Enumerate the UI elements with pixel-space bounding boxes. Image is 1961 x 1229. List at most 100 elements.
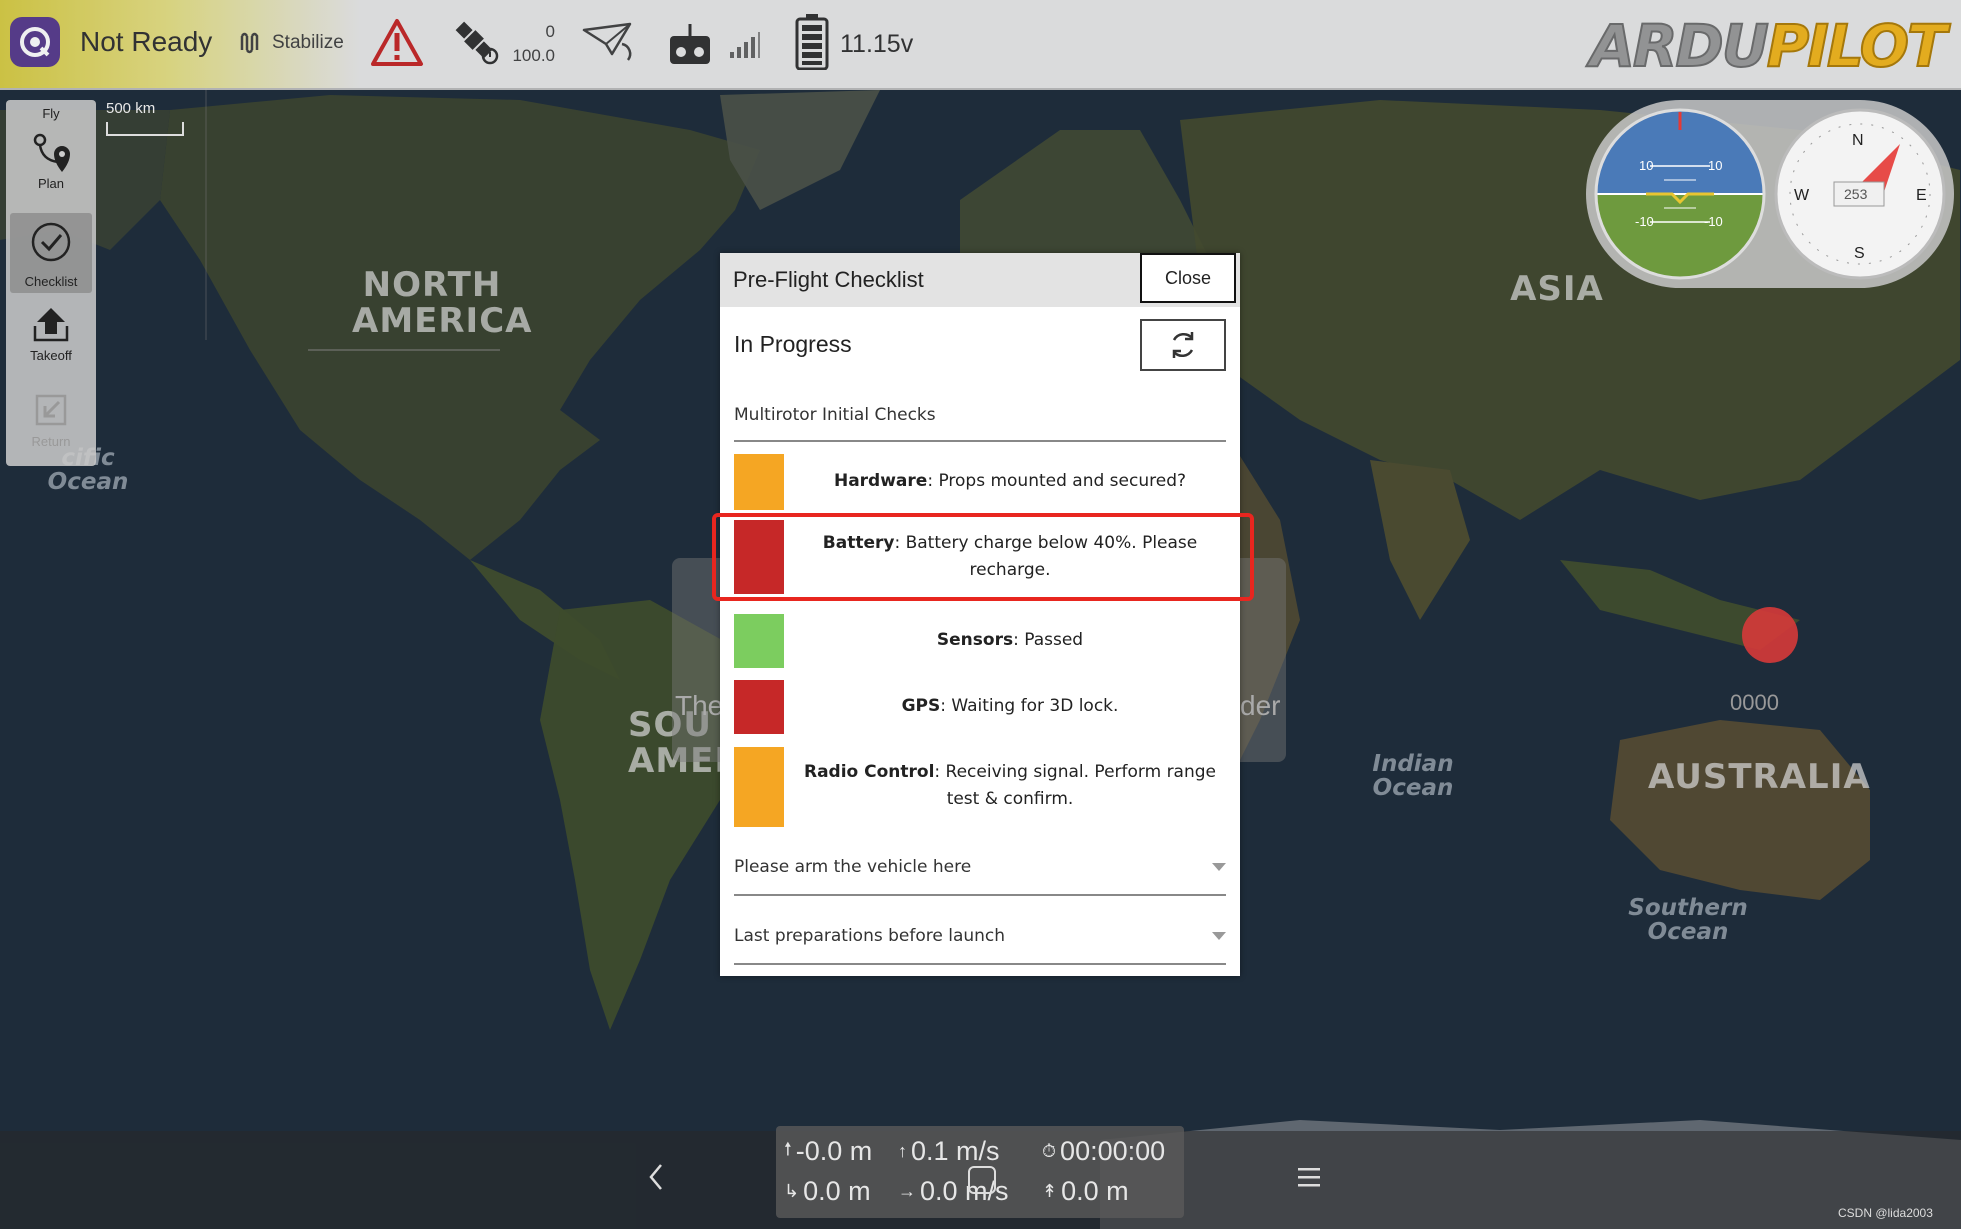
pitch-label-down-right: -10 xyxy=(1704,214,1723,229)
battery-item-highlight-box xyxy=(712,513,1254,601)
flight-mode-icon xyxy=(240,32,259,54)
dialog-title: Pre-Flight Checklist xyxy=(733,267,924,292)
tool-checklist[interactable]: Checklist xyxy=(6,220,96,289)
pitch-label-up-right: 10 xyxy=(1708,158,1722,173)
compass-south-label: S xyxy=(1854,245,1865,262)
flight-mode-label: Stabilize xyxy=(272,32,344,53)
checklist-progress-status: In Progress xyxy=(734,331,852,357)
dropdown-divider xyxy=(734,894,1226,896)
return-home-icon xyxy=(35,394,67,426)
gps-values: 0 100.0 xyxy=(505,20,555,68)
dropdown-last-preparations[interactable]: Last preparations before launch xyxy=(734,926,1226,946)
status-swatch-hardware xyxy=(734,454,784,510)
rc-signal-strength-icon xyxy=(730,32,760,58)
chevron-down-icon xyxy=(1212,932,1226,940)
map-scale-label: 500 km xyxy=(106,100,156,117)
ground-speed-arrow-icon: → xyxy=(898,1181,916,1201)
item-name: GPS xyxy=(901,696,941,716)
flight-time-value: 00:00:00 xyxy=(1060,1136,1166,1166)
home-distance-icon: ↟ xyxy=(1042,1181,1058,1201)
left-toolstrip: Fly Plan Checklist Takeoff Return xyxy=(6,100,96,466)
background-message-left-fragment: The xyxy=(675,690,724,721)
checklist-item-sensors[interactable]: Sensors: Passed xyxy=(734,614,1226,668)
vehicle-coordinate-fragment: 0000 xyxy=(1730,690,1779,715)
brand-text-pilot: PILOT xyxy=(1766,11,1948,81)
group-divider xyxy=(734,440,1226,442)
tool-fly-label[interactable]: Fly xyxy=(6,106,96,121)
distance-arrow-icon: ↳ xyxy=(784,1181,800,1201)
checklist-group-title: Multirotor Initial Checks xyxy=(734,405,936,425)
battery-icon[interactable] xyxy=(795,14,829,70)
nav-menu-icon[interactable] xyxy=(1298,1166,1320,1188)
satellite-icon xyxy=(455,21,499,65)
checklist-item-radio-control[interactable]: Radio Control: Receiving signal. Perform… xyxy=(734,747,1226,827)
pitch-label-up-left: 10 xyxy=(1639,158,1653,173)
close-button[interactable]: Close xyxy=(1140,253,1236,303)
compass-heading-value: 253 xyxy=(1844,186,1868,202)
app-logo-icon xyxy=(20,27,50,57)
nav-back-icon[interactable] xyxy=(648,1163,664,1191)
gps-satellite-count: 0 xyxy=(545,22,555,41)
ardupilot-logo: ARDUPILOT xyxy=(1589,11,1948,81)
telemetry-home-distance: ↟ 0.0 m xyxy=(1042,1176,1129,1207)
vehicle-marker[interactable] xyxy=(1742,607,1798,663)
item-name: Radio Control xyxy=(803,762,935,782)
preflight-checklist-dialog: Pre-Flight Checklist Close In Progress M… xyxy=(720,253,1240,976)
home-distance-value: 0.0 m xyxy=(1061,1176,1129,1206)
dropdown-label: Please arm the vehicle here xyxy=(734,857,972,877)
compass-north-label: N xyxy=(1852,132,1864,149)
checklist-item-text: Radio Control: Receiving signal. Perform… xyxy=(794,759,1226,813)
refresh-icon xyxy=(1172,332,1194,358)
checklist-item-hardware[interactable]: Hardware: Props mounted and secured? xyxy=(734,454,1226,510)
stopwatch-icon: ⏱ xyxy=(1042,1141,1057,1161)
item-name: Sensors xyxy=(936,630,1014,650)
nav-home-icon[interactable] xyxy=(968,1166,996,1194)
checklist-item-gps[interactable]: GPS: Waiting for 3D lock. xyxy=(734,680,1226,734)
telemetry-vertical-speed: ↑ 0.1 m/s xyxy=(898,1136,1000,1167)
telemetry-distance: ↳ 0.0 m xyxy=(784,1176,871,1207)
plan-route-icon xyxy=(33,133,70,172)
map-label-southern-ocean: Southern Ocean xyxy=(1628,895,1748,946)
map-label-indian-ocean: Indian Ocean xyxy=(1372,751,1454,802)
attitude-indicator xyxy=(1594,108,1766,280)
tool-takeoff-label: Takeoff xyxy=(30,348,72,363)
gps-hdop: 100.0 xyxy=(512,46,555,65)
dialog-header: Pre-Flight Checklist Close xyxy=(720,253,1240,307)
checklist-check-icon xyxy=(31,222,71,262)
tool-plan-label: Plan xyxy=(37,176,65,191)
status-swatch-gps xyxy=(734,680,784,734)
map-scale-bar xyxy=(106,122,184,136)
tool-takeoff[interactable]: Takeoff xyxy=(6,304,96,363)
status-swatch-sensors xyxy=(734,614,784,668)
pitch-label-down-left: -10 xyxy=(1635,214,1654,229)
compass-east-label: E xyxy=(1916,187,1927,204)
qgc-app-logo[interactable] xyxy=(10,17,60,67)
warning-icon[interactable] xyxy=(370,18,424,68)
chevron-down-icon xyxy=(1212,863,1226,871)
rc-transmitter-icon[interactable] xyxy=(668,22,712,66)
item-description: : Waiting for 3D lock. xyxy=(940,696,1119,716)
dropdown-divider xyxy=(734,963,1226,965)
watermark: CSDN @lida2003 xyxy=(1838,1206,1933,1220)
checklist-item-text: Hardware: Props mounted and secured? xyxy=(794,468,1226,495)
dropdown-label: Last preparations before launch xyxy=(734,926,1006,946)
altitude-arrow-icon: 🠕 xyxy=(784,1138,792,1159)
vehicle-status[interactable]: Not Ready xyxy=(80,26,212,58)
tool-return-label: Return xyxy=(31,434,71,449)
dropdown-arm-vehicle[interactable]: Please arm the vehicle here xyxy=(734,857,1226,877)
instrument-panel[interactable]: 10 10 -10 -10 N E S W 253 xyxy=(1586,100,1954,288)
gps-status[interactable] xyxy=(448,14,504,70)
telemetry-link-icon[interactable] xyxy=(582,22,638,62)
telemetry-altitude: 🠕 -0.0 m xyxy=(784,1136,872,1167)
background-message-right-fragment: der xyxy=(1240,690,1281,721)
reset-checklist-button[interactable] xyxy=(1140,319,1226,371)
vertical-speed-value: 0.1 m/s xyxy=(911,1136,1000,1166)
vertical-speed-arrow-icon: ↑ xyxy=(898,1141,907,1161)
tool-plan[interactable]: Plan xyxy=(6,132,96,191)
item-description: : Props mounted and secured? xyxy=(927,471,1187,491)
telemetry-flight-time: ⏱ 00:00:00 xyxy=(1042,1136,1165,1167)
map-label-north-america: NORTH AMERICA xyxy=(352,265,533,341)
brand-text-ardu: ARDU xyxy=(1589,11,1770,81)
tool-return[interactable]: Return xyxy=(6,390,96,449)
flight-mode-selector[interactable]: Stabilize xyxy=(240,32,344,54)
